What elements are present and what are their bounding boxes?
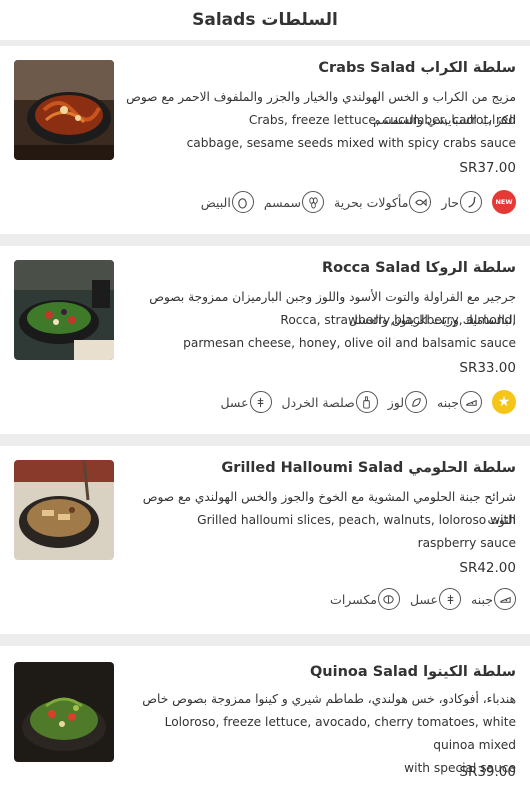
tag-spicy: حار (441, 191, 482, 213)
description-english-line1: Loloroso, freeze lettuce, avocado, cherr… (164, 715, 516, 752)
honey-icon (439, 588, 462, 610)
dish-image[interactable] (14, 662, 114, 762)
nuts-icon (377, 588, 400, 610)
dietary-tags: جبنه عسل مكسرات (330, 588, 516, 610)
description-english-line1: Crabs, freeze lettuce, cucumber, carrot,… (248, 113, 516, 127)
page-title: Salads السلطات (192, 10, 338, 30)
dish-description-en: Loloroso, freeze lettuce, avocado, cherr… (121, 711, 516, 780)
dish-title: Crabs Salad سلطة الكراب (318, 60, 516, 76)
menu-item-card[interactable]: Quinoa Salad سلطة الكينوا هندباء، أفوكاد… (0, 646, 530, 790)
dish-price: SR33.00 (459, 360, 516, 376)
dish-price: SR42.00 (459, 560, 516, 576)
description-english-line2: parmesan cheese, honey, olive oil and ba… (183, 336, 516, 350)
chili-icon (460, 191, 482, 213)
menu-item-card[interactable]: Crabs Salad سلطة الكراب مزيج من الكراب و… (0, 46, 530, 234)
dish-description-en: Rocca, strawberry,blackberry, almond, pa… (121, 309, 516, 355)
dish-description: هندباء، أفوكادو، خس هولندي، طماطم شيري و… (121, 688, 516, 711)
dish-price: SR39.00 (459, 764, 516, 780)
tag-honey: عسل (410, 588, 462, 610)
tag-seafood: مأكولات بحرية (334, 191, 432, 213)
tag-mustard: صلصة الخردل (282, 391, 378, 413)
fish-icon (409, 191, 432, 213)
description-english-line2: with special sauce (404, 761, 516, 775)
description-english-line2: cabbage, sesame seeds mixed with spicy c… (186, 136, 516, 150)
menu-item-card[interactable]: Rocca Salad سلطة الروكا جرجير مع الفراول… (0, 246, 530, 434)
page-header: Salads السلطات (0, 0, 530, 40)
tag-almond: لوز (388, 391, 428, 413)
dish-description-en: Grilled halloumi slices, peach, walnuts,… (121, 509, 516, 555)
description-arabic: هندباء، أفوكادو، خس هولندي، طماطم شيري و… (142, 692, 516, 706)
menu-item-card[interactable]: Grilled Halloumi Salad سلطة الحلومي شرائ… (0, 446, 530, 634)
tag-honey: عسل (220, 391, 272, 413)
honey-icon (249, 391, 272, 413)
tag-cheese: جبنه (437, 391, 482, 413)
dish-price: SR37.00 (459, 160, 516, 176)
almond-icon (405, 391, 428, 413)
dietary-tags: ★ جبنه لوز صلصة الخردل عسل (220, 390, 516, 414)
dish-image[interactable] (14, 60, 114, 160)
sesame-icon (302, 191, 324, 213)
cheese-icon (494, 588, 516, 610)
dietary-tags: NEW حار مأكولات بحرية سمسم البيض (201, 190, 516, 214)
description-english-line2: raspberry sauce (417, 536, 516, 550)
tag-sesame: سمسم (264, 191, 324, 213)
description-english-line1: Rocca, strawberry,blackberry, almond, (280, 313, 516, 327)
dish-title: Grilled Halloumi Salad سلطة الحلومي (221, 460, 516, 476)
dish-image[interactable] (14, 460, 114, 560)
tag-nuts: مكسرات (330, 588, 400, 610)
mustard-icon (355, 391, 378, 413)
new-badge-icon: NEW (492, 190, 516, 214)
dish-title: Rocca Salad سلطة الروكا (321, 260, 516, 276)
tag-egg: البيض (201, 191, 254, 213)
egg-icon (231, 191, 254, 213)
description-english-line1: Grilled halloumi slices, peach, walnuts,… (197, 513, 516, 527)
dish-description-en: Crabs, freeze lettuce, cucumber, carrot,… (121, 109, 516, 155)
dish-title: Quinoa Salad سلطة الكينوا (309, 664, 516, 680)
cheese-icon (460, 391, 482, 413)
dish-image[interactable] (14, 260, 114, 360)
star-badge-icon: ★ (492, 390, 516, 414)
tag-cheese: جبنه (471, 588, 516, 610)
